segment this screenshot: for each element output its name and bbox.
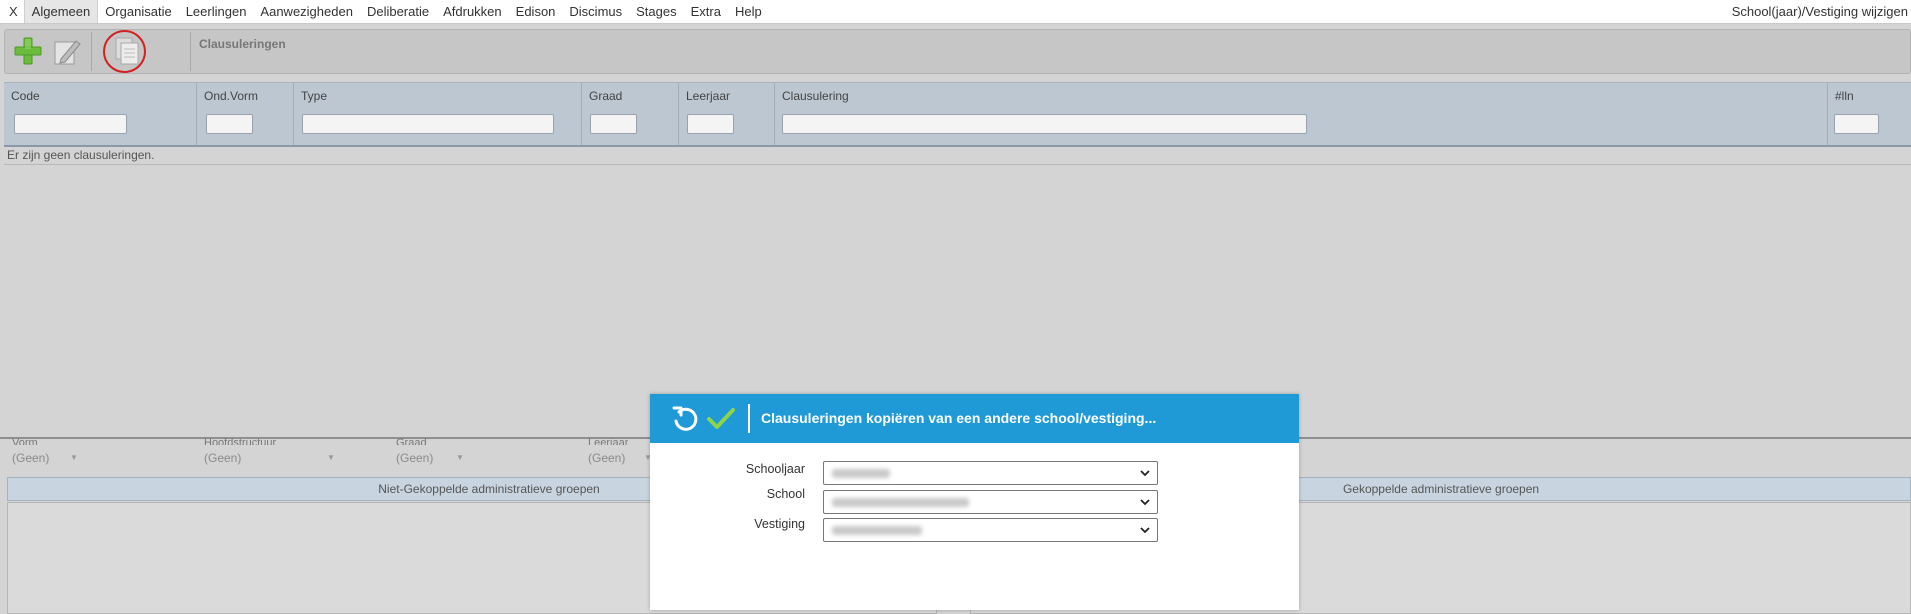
column-ond-vorm: Ond.Vorm [197,83,294,145]
chevron-down-icon: ▼ [456,453,464,462]
menu-item-edison[interactable]: Edison [509,0,563,23]
column-label: #lln [1835,89,1854,103]
column-type: Type [294,83,582,145]
code-filter-input[interactable] [14,114,127,134]
column-label: Leerjaar [686,89,731,103]
blurred-value [832,469,890,478]
menu-item-leerlingen[interactable]: Leerlingen [179,0,254,23]
toolbar-separator [91,32,92,71]
column-label: Clausulering [782,89,849,103]
leerjaar-filter-select[interactable]: (Geen) ▼ [588,451,652,465]
leerjaar-filter-label: Leerjaar [588,437,629,445]
blurred-value [832,526,922,535]
school-select[interactable] [823,490,1158,514]
blurred-value [832,498,969,507]
confirm-button[interactable] [706,404,736,434]
toolbar: Clausuleringen [4,29,1911,74]
graad-filter-select[interactable]: (Geen) ▼ [396,451,471,465]
column-leerjaar: Leerjaar [679,83,775,145]
dialog-header-separator [748,404,750,433]
undo-button[interactable] [670,404,700,434]
menu-item-aanwezigheden[interactable]: Aanwezigheden [253,0,360,23]
grid-empty-message: Er zijn geen clausuleringen. [4,146,1911,165]
menu-item-deliberatie[interactable]: Deliberatie [360,0,436,23]
toolbar-separator [190,32,191,71]
vorm-filter-value: (Geen) [12,451,50,465]
menu-item-discimus[interactable]: Discimus [562,0,629,23]
column-label: Type [301,89,328,103]
menu-item-algemeen[interactable]: Algemeen [23,0,99,23]
column-clausulering: Clausulering [775,83,1828,145]
undo-icon [672,406,698,431]
chevron-down-icon [1140,499,1150,506]
vestiging-select[interactable] [823,518,1158,542]
type-filter-input[interactable] [302,114,554,134]
column-label: Graad [589,89,623,103]
plus-icon [14,37,42,65]
chevron-down-icon: ▼ [70,453,78,462]
menu-bar: X Algemeen Organisatie Leerlingen Aanwez… [0,0,1911,24]
toolbar-title: Clausuleringen [199,37,286,51]
column-code: Code [4,83,197,145]
ond-vorm-filter-input[interactable] [206,114,253,134]
graad-filter-input[interactable] [590,114,637,134]
menu-item-afdrukken[interactable]: Afdrukken [436,0,509,23]
leerjaar-filter-value: (Geen) [588,451,626,465]
checkmark-icon [707,408,735,429]
close-menu-item[interactable]: X [0,0,24,23]
dialog-header: Clausuleringen kopiëren van een andere s… [650,394,1299,443]
menu-item-stages[interactable]: Stages [629,0,683,23]
column-label: Ond.Vorm [204,89,259,103]
schooljaar-select[interactable] [823,461,1158,485]
chevron-down-icon [1140,527,1150,534]
vorm-filter-label: Vorm [12,437,38,445]
schooljaar-label: Schooljaar [745,462,805,476]
column-label: Code [11,89,40,103]
add-button[interactable] [11,34,45,68]
grid-header: Code Ond.Vorm Type Graad Leerjaar Clausu… [4,82,1911,147]
lln-filter-input[interactable] [1834,114,1879,134]
chevron-down-icon [1140,470,1150,477]
vorm-filter-select[interactable]: (Geen) ▼ [12,451,80,465]
graad-filter-label: Graad [396,437,427,445]
column-graad: Graad [582,83,679,145]
leerjaar-filter-input[interactable] [687,114,734,134]
menu-item-organisatie[interactable]: Organisatie [98,0,178,23]
change-school-link[interactable]: School(jaar)/Vestiging wijzigen [1732,0,1908,23]
hoofdstructuur-filter-label: Hoofdstructuur [204,437,277,445]
edit-button[interactable] [49,34,83,68]
menu-item-help[interactable]: Help [728,0,769,23]
column-lln: #lln [1828,83,1911,145]
copy-clausuleringen-dialog: Clausuleringen kopiëren van een andere s… [650,394,1299,610]
dialog-title: Clausuleringen kopiëren van een andere s… [761,410,1157,426]
hoofdstructuur-filter-value: (Geen) [204,451,242,465]
clausulering-filter-input[interactable] [782,114,1307,134]
school-label: School [766,487,805,501]
vestiging-label: Vestiging [754,517,805,531]
pencil-icon [54,40,81,65]
highlight-annotation-circle [103,30,146,73]
graad-filter-value: (Geen) [396,451,434,465]
hoofdstructuur-filter-select[interactable]: (Geen) ▼ [204,451,339,465]
chevron-down-icon: ▼ [327,453,335,462]
menu-item-extra[interactable]: Extra [684,0,728,23]
